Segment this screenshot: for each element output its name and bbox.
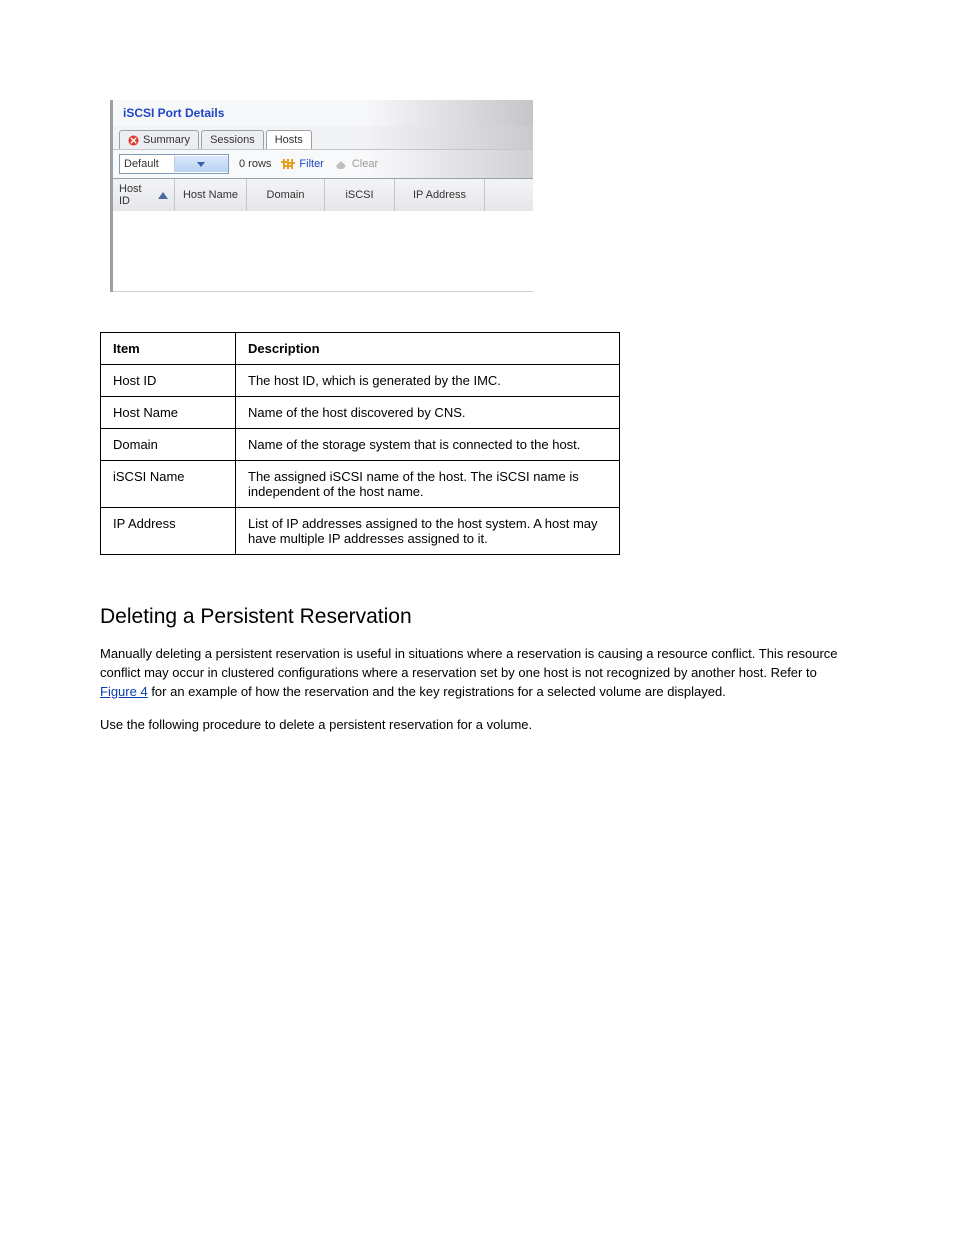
tab-strip: Summary Sessions Hosts xyxy=(113,126,533,149)
column-header-host-name[interactable]: Host Name xyxy=(175,179,247,211)
chevron-down-icon xyxy=(174,156,229,172)
column-label: Domain xyxy=(267,189,305,201)
column-header-host-id[interactable]: Host ID xyxy=(113,179,175,211)
tab-label: Sessions xyxy=(210,134,255,146)
tab-sessions[interactable]: Sessions xyxy=(201,130,264,149)
column-label: IP Address xyxy=(413,189,466,201)
clear-label: Clear xyxy=(352,158,378,170)
table-row: iSCSI Name The assigned iSCSI name of th… xyxy=(101,461,620,508)
cell-desc: List of IP addresses assigned to the hos… xyxy=(236,508,620,555)
clear-button: Clear xyxy=(334,157,378,171)
column-header-domain[interactable]: Domain xyxy=(247,179,325,211)
cell-item: Host ID xyxy=(101,365,236,397)
table-header-item: Item xyxy=(101,333,236,365)
filter-button[interactable]: Filter xyxy=(281,157,323,171)
section-deleting-persistent-reservation: Deleting a Persistent Reservation Manual… xyxy=(100,605,854,734)
eraser-icon xyxy=(334,157,348,171)
cell-desc: The assigned iSCSI name of the host. The… xyxy=(236,461,620,508)
grid-header: Host ID Host Name Domain iSCSI IP Addres… xyxy=(113,178,533,211)
iscsi-port-details-panel: iSCSI Port Details Summary Sessions Host… xyxy=(110,100,533,292)
table-row: IP Address List of IP addresses assigned… xyxy=(101,508,620,555)
cell-desc: The host ID, which is generated by the I… xyxy=(236,365,620,397)
paragraph-text: for an example of how the reservation an… xyxy=(148,684,726,699)
section-paragraph: Use the following procedure to delete a … xyxy=(100,716,854,735)
select-value: Default xyxy=(120,158,174,170)
close-icon xyxy=(128,135,139,146)
filter-label: Filter xyxy=(299,158,323,170)
column-label: iSCSI xyxy=(345,189,373,201)
panel-title: iSCSI Port Details xyxy=(113,100,533,126)
tab-hosts[interactable]: Hosts xyxy=(266,130,312,149)
grid-body-empty xyxy=(113,211,533,292)
column-header-spacer xyxy=(485,179,533,211)
tab-summary[interactable]: Summary xyxy=(119,130,199,149)
section-paragraph: Manually deleting a persistent reservati… xyxy=(100,645,854,702)
figure-link[interactable]: Figure 4 xyxy=(100,684,148,699)
cell-item: IP Address xyxy=(101,508,236,555)
column-label: Host Name xyxy=(183,189,238,201)
sort-asc-icon xyxy=(158,192,168,199)
paragraph-text: Manually deleting a persistent reservati… xyxy=(100,646,838,680)
table-row: Host Name Name of the host discovered by… xyxy=(101,397,620,429)
column-label: Host ID xyxy=(119,183,154,207)
cell-desc: Name of the storage system that is conne… xyxy=(236,429,620,461)
cell-item: Host Name xyxy=(101,397,236,429)
field-description-table: Item Description Host ID The host ID, wh… xyxy=(100,332,620,555)
cell-item: iSCSI Name xyxy=(101,461,236,508)
column-header-iscsi[interactable]: iSCSI xyxy=(325,179,395,211)
table-header-desc: Description xyxy=(236,333,620,365)
tab-label: Summary xyxy=(143,134,190,146)
column-header-ip-address[interactable]: IP Address xyxy=(395,179,485,211)
view-select[interactable]: Default xyxy=(119,154,229,174)
section-heading: Deleting a Persistent Reservation xyxy=(100,605,854,629)
filter-bar: Default 0 rows Filter Clear xyxy=(113,149,533,178)
table-row: Domain Name of the storage system that i… xyxy=(101,429,620,461)
cell-desc: Name of the host discovered by CNS. xyxy=(236,397,620,429)
tab-label: Hosts xyxy=(275,134,303,146)
row-count-label: 0 rows xyxy=(239,158,271,170)
table-row: Host ID The host ID, which is generated … xyxy=(101,365,620,397)
filter-icon xyxy=(281,157,295,171)
cell-item: Domain xyxy=(101,429,236,461)
